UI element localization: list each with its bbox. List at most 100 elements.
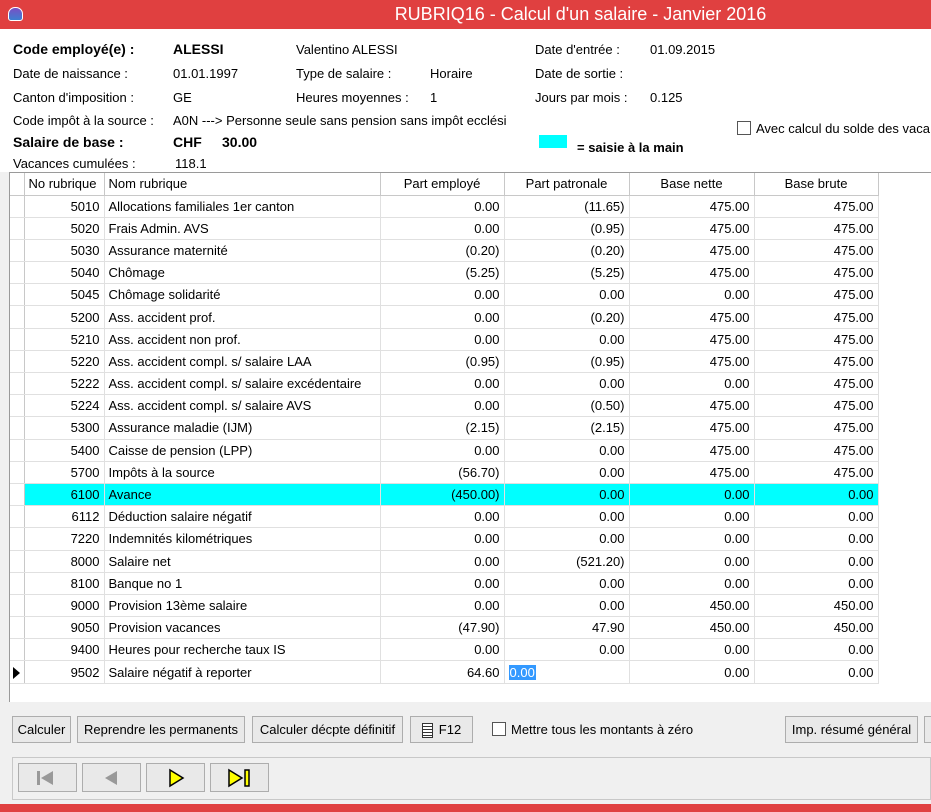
cell-gross-base[interactable]: 0.00	[754, 550, 879, 573]
cell-gross-base[interactable]: 0.00	[754, 527, 879, 551]
cell-code[interactable]: 9000	[24, 594, 105, 618]
reload-permanents-button[interactable]: Reprendre les permanents	[77, 716, 245, 743]
row-indicator[interactable]	[10, 217, 25, 240]
cell-net-base[interactable]: 475.00	[629, 261, 755, 285]
cell-employee-part[interactable]: 0.00	[380, 195, 505, 218]
cell-employee-part[interactable]: (56.70)	[380, 461, 505, 484]
cell-net-base[interactable]: 475.00	[629, 439, 755, 462]
col-header-employee-part[interactable]: Part employé	[380, 173, 505, 196]
row-indicator[interactable]	[10, 261, 25, 285]
row-indicator[interactable]	[10, 550, 25, 573]
cell-employer-part[interactable]: 0.00	[504, 461, 630, 484]
cell-name[interactable]: Chômage solidarité	[104, 283, 381, 307]
cell-gross-base[interactable]: 450.00	[754, 594, 879, 618]
col-header-gross-base[interactable]: Base brute	[754, 173, 879, 196]
cell-code[interactable]: 5300	[24, 416, 105, 440]
cell-gross-base[interactable]: 475.00	[754, 195, 879, 218]
cell-code[interactable]: 5220	[24, 350, 105, 374]
cell-name[interactable]: Assurance maladie (IJM)	[104, 416, 381, 440]
cell-code[interactable]: 9502	[24, 660, 105, 684]
cell-code[interactable]: 8100	[24, 572, 105, 595]
cell-code[interactable]: 5045	[24, 283, 105, 307]
col-header-net-base[interactable]: Base nette	[629, 173, 755, 196]
cell-net-base[interactable]: 0.00	[629, 283, 755, 307]
cell-net-base[interactable]: 475.00	[629, 239, 755, 263]
cell-name[interactable]: Frais Admin. AVS	[104, 217, 381, 240]
cell-employee-part[interactable]: (0.95)	[380, 350, 505, 374]
col-header-code[interactable]: No rubrique	[24, 173, 105, 196]
row-indicator[interactable]	[10, 416, 25, 440]
cell-name[interactable]: Heures pour recherche taux IS	[104, 638, 381, 662]
cell-employer-part[interactable]: 0.00	[504, 483, 630, 507]
next-record-button[interactable]	[146, 763, 205, 792]
cell-employee-part[interactable]: 0.00	[380, 594, 505, 618]
vacation-balance-checkbox[interactable]	[737, 121, 751, 135]
cell-gross-base[interactable]: 0.00	[754, 660, 879, 684]
cell-code[interactable]: 6112	[24, 505, 105, 529]
cell-name[interactable]: Ass. accident non prof.	[104, 328, 381, 351]
cell-name[interactable]: Impôts à la source	[104, 461, 381, 484]
cell-name[interactable]: Provision vacances	[104, 616, 381, 640]
cell-gross-base[interactable]: 0.00	[754, 505, 879, 529]
cell-name[interactable]: Indemnités kilométriques	[104, 527, 381, 551]
table-row[interactable]: 5700 Impôts à la source (56.70) 0.00 475.00 4…	[10, 461, 879, 484]
cell-gross-base[interactable]: 475.00	[754, 305, 879, 329]
cell-employee-part[interactable]: 0.00	[380, 305, 505, 329]
cell-employer-part[interactable]: 0.00	[504, 572, 630, 595]
cell-employee-part[interactable]: 0.00	[380, 217, 505, 240]
cell-employer-part[interactable]: 47.90	[504, 616, 630, 640]
cell-gross-base[interactable]: 475.00	[754, 328, 879, 351]
cell-employee-part[interactable]: 0.00	[380, 283, 505, 307]
cell-gross-base[interactable]: 475.00	[754, 394, 879, 418]
table-row[interactable]: 9000 Provision 13ème salaire 0.00 0.00 450.0…	[10, 594, 879, 618]
table-row[interactable]: 6100 Avance (450.00) 0.00 0.00 0.00	[10, 483, 879, 507]
cell-employee-part[interactable]: (5.25)	[380, 261, 505, 285]
table-row[interactable]: 5400 Caisse de pension (LPP) 0.00 0.00 475.0…	[10, 439, 879, 462]
cell-code[interactable]: 5210	[24, 328, 105, 351]
table-row[interactable]: 5045 Chômage solidarité 0.00 0.00 0.00 475.00	[10, 283, 879, 307]
row-indicator[interactable]	[10, 195, 25, 218]
table-row[interactable]: 5220 Ass. accident compl. s/ salaire LAA(…	[10, 350, 879, 374]
print-summary-button[interactable]: Imp. résumé général	[785, 716, 918, 743]
cell-code[interactable]: 5200	[24, 305, 105, 329]
cell-name[interactable]: Ass. accident compl. s/ salaire AVS	[104, 394, 381, 418]
row-indicator[interactable]	[10, 572, 25, 595]
table-row[interactable]: 9050 Provision vacances (47.90) 47.90 450.00…	[10, 616, 879, 640]
cell-gross-base[interactable]: 475.00	[754, 439, 879, 462]
table-row[interactable]: 5040 Chômage (5.25) (5.25) 475.00 475.00	[10, 261, 879, 285]
cell-code[interactable]: 5700	[24, 461, 105, 484]
cell-employer-part[interactable]: 0.00	[504, 527, 630, 551]
cell-net-base[interactable]: 475.00	[629, 217, 755, 240]
table-row[interactable]: 5224 Ass. accident compl. s/ salaire AVS 0…	[10, 394, 879, 418]
cell-code[interactable]: 7220	[24, 527, 105, 551]
cell-net-base[interactable]: 475.00	[629, 461, 755, 484]
cell-net-base[interactable]: 450.00	[629, 594, 755, 618]
row-indicator[interactable]	[10, 461, 25, 484]
cell-net-base[interactable]: 0.00	[629, 372, 755, 396]
row-indicator[interactable]	[10, 328, 25, 351]
row-indicator[interactable]	[10, 616, 25, 640]
table-row[interactable]: 5020 Frais Admin. AVS 0.00 (0.95) 475.00 475.…	[10, 217, 879, 240]
cell-gross-base[interactable]: 0.00	[754, 572, 879, 595]
cell-employer-part[interactable]: (0.95)	[504, 217, 630, 240]
table-row[interactable]: 6112 Déduction salaire négatif 0.00 0.00 0.0…	[10, 505, 879, 529]
cell-employee-part[interactable]: 0.00	[380, 527, 505, 551]
table-row[interactable]: 7220 Indemnités kilométriques 0.00 0.00 0.00…	[10, 527, 879, 551]
first-record-button[interactable]	[18, 763, 77, 792]
cell-code[interactable]: 8000	[24, 550, 105, 573]
cell-gross-base[interactable]: 0.00	[754, 638, 879, 662]
cell-name[interactable]: Caisse de pension (LPP)	[104, 439, 381, 462]
cell-code[interactable]: 9400	[24, 638, 105, 662]
cell-net-base[interactable]: 475.00	[629, 350, 755, 374]
cell-employee-part[interactable]: 0.00	[380, 638, 505, 662]
cell-net-base[interactable]: 0.00	[629, 660, 755, 684]
cell-gross-base[interactable]: 475.00	[754, 261, 879, 285]
cell-employer-part[interactable]: 0.00	[504, 283, 630, 307]
salary-grid[interactable]: No rubrique Nom rubrique Part employé Pa…	[9, 172, 931, 702]
cell-employer-part[interactable]: (521.20)	[504, 550, 630, 573]
cell-net-base[interactable]: 475.00	[629, 328, 755, 351]
cell-code[interactable]: 5222	[24, 372, 105, 396]
cell-name[interactable]: Banque no 1	[104, 572, 381, 595]
table-row[interactable]: 5200 Ass. accident prof. 0.00 (0.20) 475.00 4…	[10, 305, 879, 329]
table-row[interactable]: 5030 Assurance maternité (0.20) (0.20) 475.0…	[10, 239, 879, 263]
